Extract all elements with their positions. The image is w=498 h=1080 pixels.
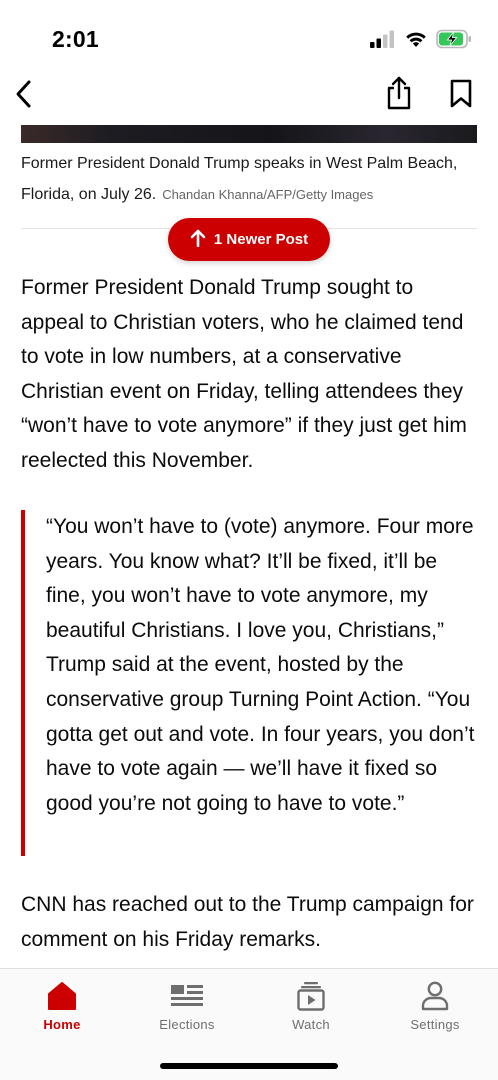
watch-icon xyxy=(297,980,325,1012)
tab-label: Elections xyxy=(159,1017,215,1032)
elections-icon xyxy=(170,980,204,1012)
article-paragraph: Former President Donald Trump sought to … xyxy=(21,276,467,472)
nav-bar xyxy=(0,72,498,120)
tab-label: Home xyxy=(43,1017,81,1032)
share-icon xyxy=(386,76,412,115)
battery-charging-icon xyxy=(436,29,472,54)
back-button[interactable] xyxy=(8,78,38,114)
tab-home[interactable]: Home xyxy=(12,969,112,1041)
home-indicator[interactable] xyxy=(160,1063,338,1069)
arrow-up-icon xyxy=(190,229,206,251)
status-icons xyxy=(370,29,472,54)
tab-elections[interactable]: Elections xyxy=(137,969,237,1041)
photo-caption: Former President Donald Trump speaks in … xyxy=(21,148,481,210)
home-icon xyxy=(47,980,77,1012)
newer-post-button[interactable]: 1 Newer Post xyxy=(168,218,330,261)
share-button[interactable] xyxy=(384,76,414,114)
bookmark-button[interactable] xyxy=(446,78,476,114)
status-time: 2:01 xyxy=(52,26,99,52)
chevron-left-icon xyxy=(14,79,32,114)
tab-label: Settings xyxy=(410,1017,460,1032)
bookmark-icon xyxy=(449,79,473,114)
tab-settings[interactable]: Settings xyxy=(385,969,485,1041)
cellular-signal-icon xyxy=(370,30,396,53)
caption-credit: Chandan Khanna/AFP/Getty Images xyxy=(162,187,374,202)
person-icon xyxy=(421,980,449,1012)
blockquote: “You won’t have to (vote) anymore. Four … xyxy=(46,515,475,815)
app-screen: 2:01 Former President Donald Trump speak… xyxy=(0,0,498,1080)
tab-label: Watch xyxy=(292,1017,330,1032)
quote-bar xyxy=(21,510,25,856)
status-bar: 2:01 xyxy=(0,0,498,70)
newer-post-label: 1 Newer Post xyxy=(213,231,309,248)
tab-watch[interactable]: Watch xyxy=(261,969,361,1041)
article-photo xyxy=(21,125,477,143)
article-paragraph: CNN has reached out to the Trump campaig… xyxy=(21,893,474,951)
wifi-icon xyxy=(404,30,428,53)
